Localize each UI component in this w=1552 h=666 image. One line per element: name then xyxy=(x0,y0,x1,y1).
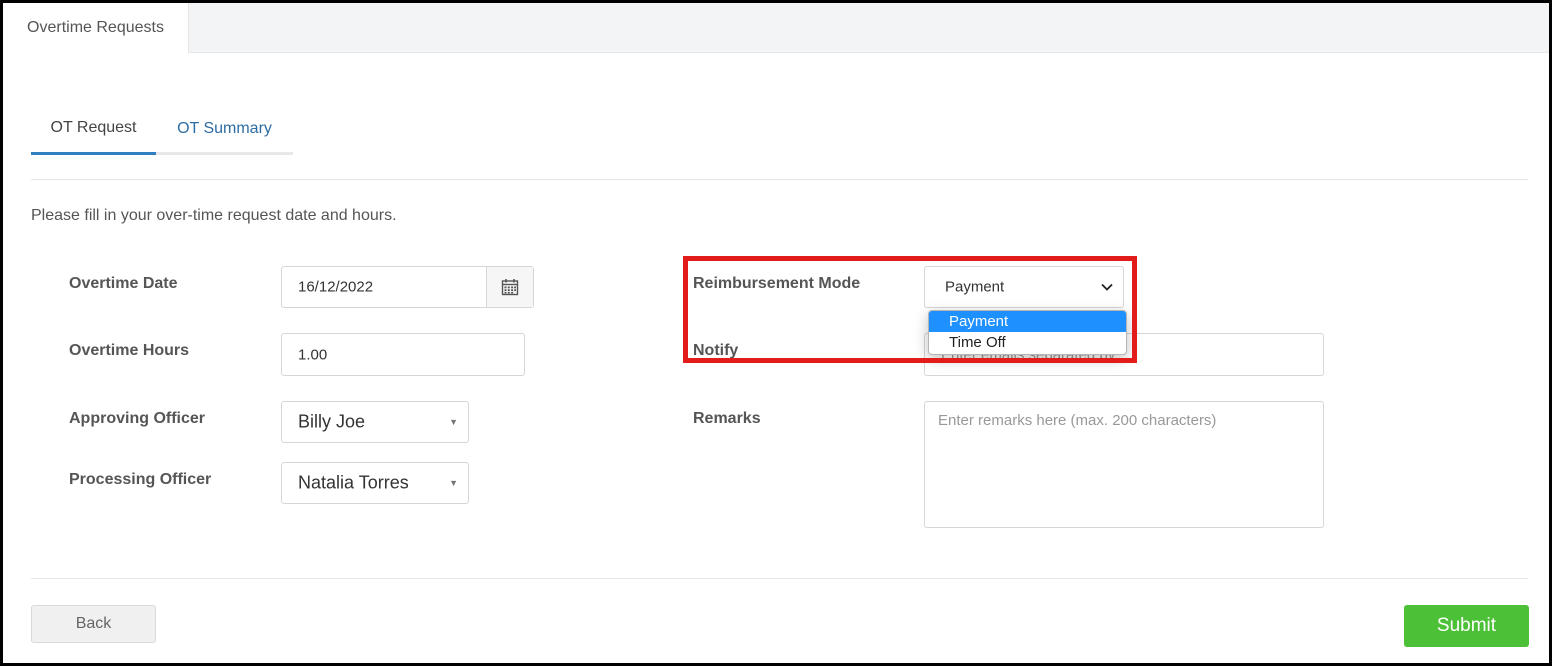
caret-down-icon: ▼ xyxy=(449,417,458,427)
processing-officer-value: Natalia Torres xyxy=(298,472,409,493)
subtab-ot-summary[interactable]: OT Summary xyxy=(156,103,293,155)
intro-text: Please fill in your over-time request da… xyxy=(31,207,397,224)
overtime-hours-label: Overtime Hours xyxy=(69,342,190,359)
approving-officer-value: Billy Joe xyxy=(298,411,366,432)
remarks-label: Remarks xyxy=(693,410,761,427)
divider-top xyxy=(31,179,1528,180)
subtab-ot-request[interactable]: OT Request xyxy=(31,103,156,155)
overtime-date-label: Overtime Date xyxy=(69,275,178,292)
reimbursement-mode-select[interactable]: Payment xyxy=(924,266,1124,308)
notify-label: Notify xyxy=(693,342,739,359)
overtime-hours-value: 1.00 xyxy=(298,346,328,363)
reimbursement-mode-value: Payment xyxy=(945,278,1005,296)
remarks-textarea[interactable]: Enter remarks here (max. 200 characters) xyxy=(924,401,1324,528)
submit-button[interactable]: Submit xyxy=(1404,605,1529,647)
overtime-date-field[interactable]: 16/12/2022 xyxy=(281,266,534,308)
processing-officer-label: Processing Officer xyxy=(69,471,212,488)
calendar-icon xyxy=(501,279,519,296)
back-button[interactable]: Back xyxy=(31,605,156,643)
reimbursement-mode-label: Reimbursement Mode xyxy=(693,275,861,292)
processing-officer-select[interactable]: Natalia Torres ▼ xyxy=(281,462,469,504)
reimbursement-mode-dropdown[interactable]: Payment Time Off xyxy=(928,310,1127,355)
approving-officer-label: Approving Officer xyxy=(69,410,206,427)
chevron-down-icon xyxy=(1101,283,1113,291)
caret-down-icon: ▼ xyxy=(449,478,458,488)
subtab-bar: OT Request OT Summary xyxy=(31,103,293,155)
app-frame: Overtime Requests OT Request OT Summary … xyxy=(0,0,1552,666)
remarks-placeholder: Enter remarks here (max. 200 characters) xyxy=(938,412,1217,429)
option-time-off[interactable]: Time Off xyxy=(929,332,1126,353)
approving-officer-select[interactable]: Billy Joe ▼ xyxy=(281,401,469,443)
top-tab-bar: Overtime Requests xyxy=(3,3,1549,53)
overtime-hours-input[interactable]: 1.00 xyxy=(281,333,525,376)
divider-bottom xyxy=(31,578,1528,579)
option-payment[interactable]: Payment xyxy=(929,311,1126,332)
tab-overtime-requests[interactable]: Overtime Requests xyxy=(3,3,189,53)
overtime-date-value: 16/12/2022 xyxy=(298,278,374,296)
date-picker-button[interactable] xyxy=(486,267,533,307)
